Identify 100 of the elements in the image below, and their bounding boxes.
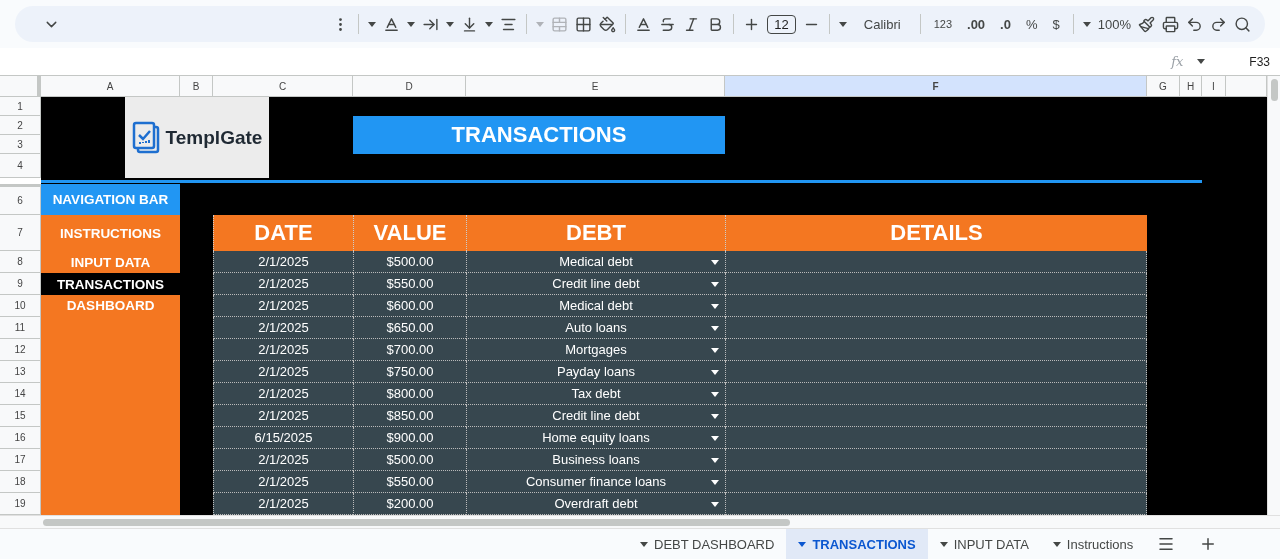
row-header[interactable]: 12 <box>0 339 41 361</box>
print-icon[interactable] <box>1162 15 1179 33</box>
row-header[interactable]: 1 <box>0 97 41 116</box>
table-cell: $500.00 <box>353 251 466 273</box>
row-header[interactable]: 8 <box>0 251 41 273</box>
column-header[interactable]: C <box>213 76 353 97</box>
table-cell: $650.00 <box>353 317 466 339</box>
borders-icon[interactable] <box>575 15 593 33</box>
column-header[interactable]: G <box>1147 76 1180 97</box>
dropdown-caret-icon <box>1197 59 1206 64</box>
merge-cells-icon[interactable] <box>551 15 569 33</box>
caret-icon <box>485 21 494 27</box>
number-format-button[interactable]: % <box>1025 16 1038 32</box>
logo-icon <box>131 120 162 155</box>
number-format-button[interactable]: .00 <box>967 16 986 32</box>
caret-icon <box>536 21 545 27</box>
font-size-field[interactable]: 12 <box>767 14 796 34</box>
caret-icon <box>368 21 377 27</box>
sheet-tab[interactable]: Instructions <box>1040 529 1146 559</box>
table-cell: 2/1/2025 <box>213 295 353 317</box>
row-header[interactable]: 16 <box>0 427 41 449</box>
column-header[interactable]: D <box>353 76 466 97</box>
table-cell: 2/1/2025 <box>213 361 353 383</box>
font-dropdown[interactable]: Calibri <box>863 16 901 32</box>
caret-icon <box>838 21 847 27</box>
row-header[interactable]: 19 <box>0 493 41 515</box>
row-header[interactable]: 4 <box>0 154 41 178</box>
dropdown-cell[interactable]: Medical debt <box>466 251 725 273</box>
row-header[interactable]: 6 <box>0 184 41 215</box>
column-header[interactable]: H <box>1180 76 1202 97</box>
table-cell: 2/1/2025 <box>213 317 353 339</box>
caret-icon <box>711 414 719 419</box>
search-icon[interactable] <box>1234 15 1251 33</box>
table-cell: 2/1/2025 <box>213 383 353 405</box>
column-header[interactable]: E <box>466 76 725 97</box>
table-cell: 2/1/2025 <box>213 493 353 515</box>
table-cell: 2/1/2025 <box>213 251 353 273</box>
table-cell: $800.00 <box>353 383 466 405</box>
column-heading: DEBT <box>466 215 725 251</box>
dropdown-cell[interactable]: Tax debt <box>466 383 725 405</box>
table-cell: 2/1/2025 <box>213 339 353 361</box>
caret-icon <box>711 480 719 485</box>
sheet-tab[interactable]: INPUT DATA <box>927 529 1041 559</box>
sheet-tab[interactable]: TRANSACTIONS <box>786 529 928 559</box>
row-header[interactable]: 9 <box>0 273 41 295</box>
text-color-icon[interactable] <box>635 15 653 33</box>
number-format-button[interactable]: 123 <box>933 18 953 30</box>
dropdown-cell[interactable]: Home equity loans <box>466 427 725 449</box>
row-header[interactable]: 7 <box>0 215 41 251</box>
table-cell: $600.00 <box>353 295 466 317</box>
function-label: fx <box>1171 54 1184 69</box>
table-cell: $550.00 <box>353 273 466 295</box>
column-header[interactable]: I <box>1202 76 1226 97</box>
column-header[interactable]: A <box>41 76 180 97</box>
table-cell: $900.00 <box>353 427 466 449</box>
row-header[interactable]: 11 <box>0 317 41 339</box>
caret-icon <box>446 21 455 27</box>
table-cell: $500.00 <box>353 449 466 471</box>
zoom-dropdown[interactable]: 100% <box>1097 16 1131 32</box>
dropdown-cell[interactable]: Overdraft debt <box>466 493 725 515</box>
caret-icon <box>798 541 807 547</box>
dropdown-cell[interactable]: Credit line debt <box>466 273 725 295</box>
row-header[interactable]: 15 <box>0 405 41 427</box>
strikethrough-icon[interactable] <box>659 15 677 33</box>
number-format-button[interactable]: .0 <box>1000 16 1011 32</box>
horizontal-scrollbar[interactable] <box>0 515 1280 528</box>
table-cell: $700.00 <box>353 339 466 361</box>
dropdown-cell[interactable]: Consumer finance loans <box>466 471 725 493</box>
row-header[interactable]: 17 <box>0 449 41 471</box>
table-cell: 2/1/2025 <box>213 449 353 471</box>
row-header[interactable]: 14 <box>0 383 41 405</box>
row-header[interactable]: 13 <box>0 361 41 383</box>
row-header[interactable]: 2 <box>0 116 41 135</box>
column-header[interactable]: B <box>180 76 213 97</box>
caret-icon <box>711 304 719 309</box>
sheet-tab[interactable]: DEBT DASHBOARD <box>628 529 787 559</box>
redo-icon[interactable] <box>1210 15 1227 33</box>
caret-icon <box>1052 541 1061 547</box>
dropdown-cell[interactable]: Mortgages <box>466 339 725 361</box>
caret-icon <box>711 370 719 375</box>
row-header[interactable]: 10 <box>0 295 41 317</box>
table-cell: $550.00 <box>353 471 466 493</box>
row-header[interactable]: 18 <box>0 471 41 493</box>
dropdown-cell[interactable]: Business loans <box>466 449 725 471</box>
dropdown-cell[interactable]: Credit line debt <box>466 405 725 427</box>
number-format-button[interactable]: $ <box>1052 16 1060 32</box>
dropdown-cell[interactable]: Medical debt <box>466 295 725 317</box>
caret-icon <box>711 348 719 353</box>
undo-icon[interactable] <box>1186 15 1203 33</box>
vertical-scrollbar[interactable] <box>1267 76 1280 515</box>
dropdown-cell[interactable]: Payday loans <box>466 361 725 383</box>
row-header[interactable]: 3 <box>0 135 41 154</box>
fill-color-icon[interactable] <box>599 15 617 33</box>
paint-format-icon[interactable] <box>1138 15 1155 33</box>
column-header[interactable]: F <box>725 76 1147 97</box>
caret-icon <box>711 502 719 507</box>
table-cell: 2/1/2025 <box>213 471 353 493</box>
dropdown-cell[interactable]: Auto loans <box>466 317 725 339</box>
table-cell: $200.00 <box>353 493 466 515</box>
cell-reference: F33 <box>1249 54 1270 69</box>
